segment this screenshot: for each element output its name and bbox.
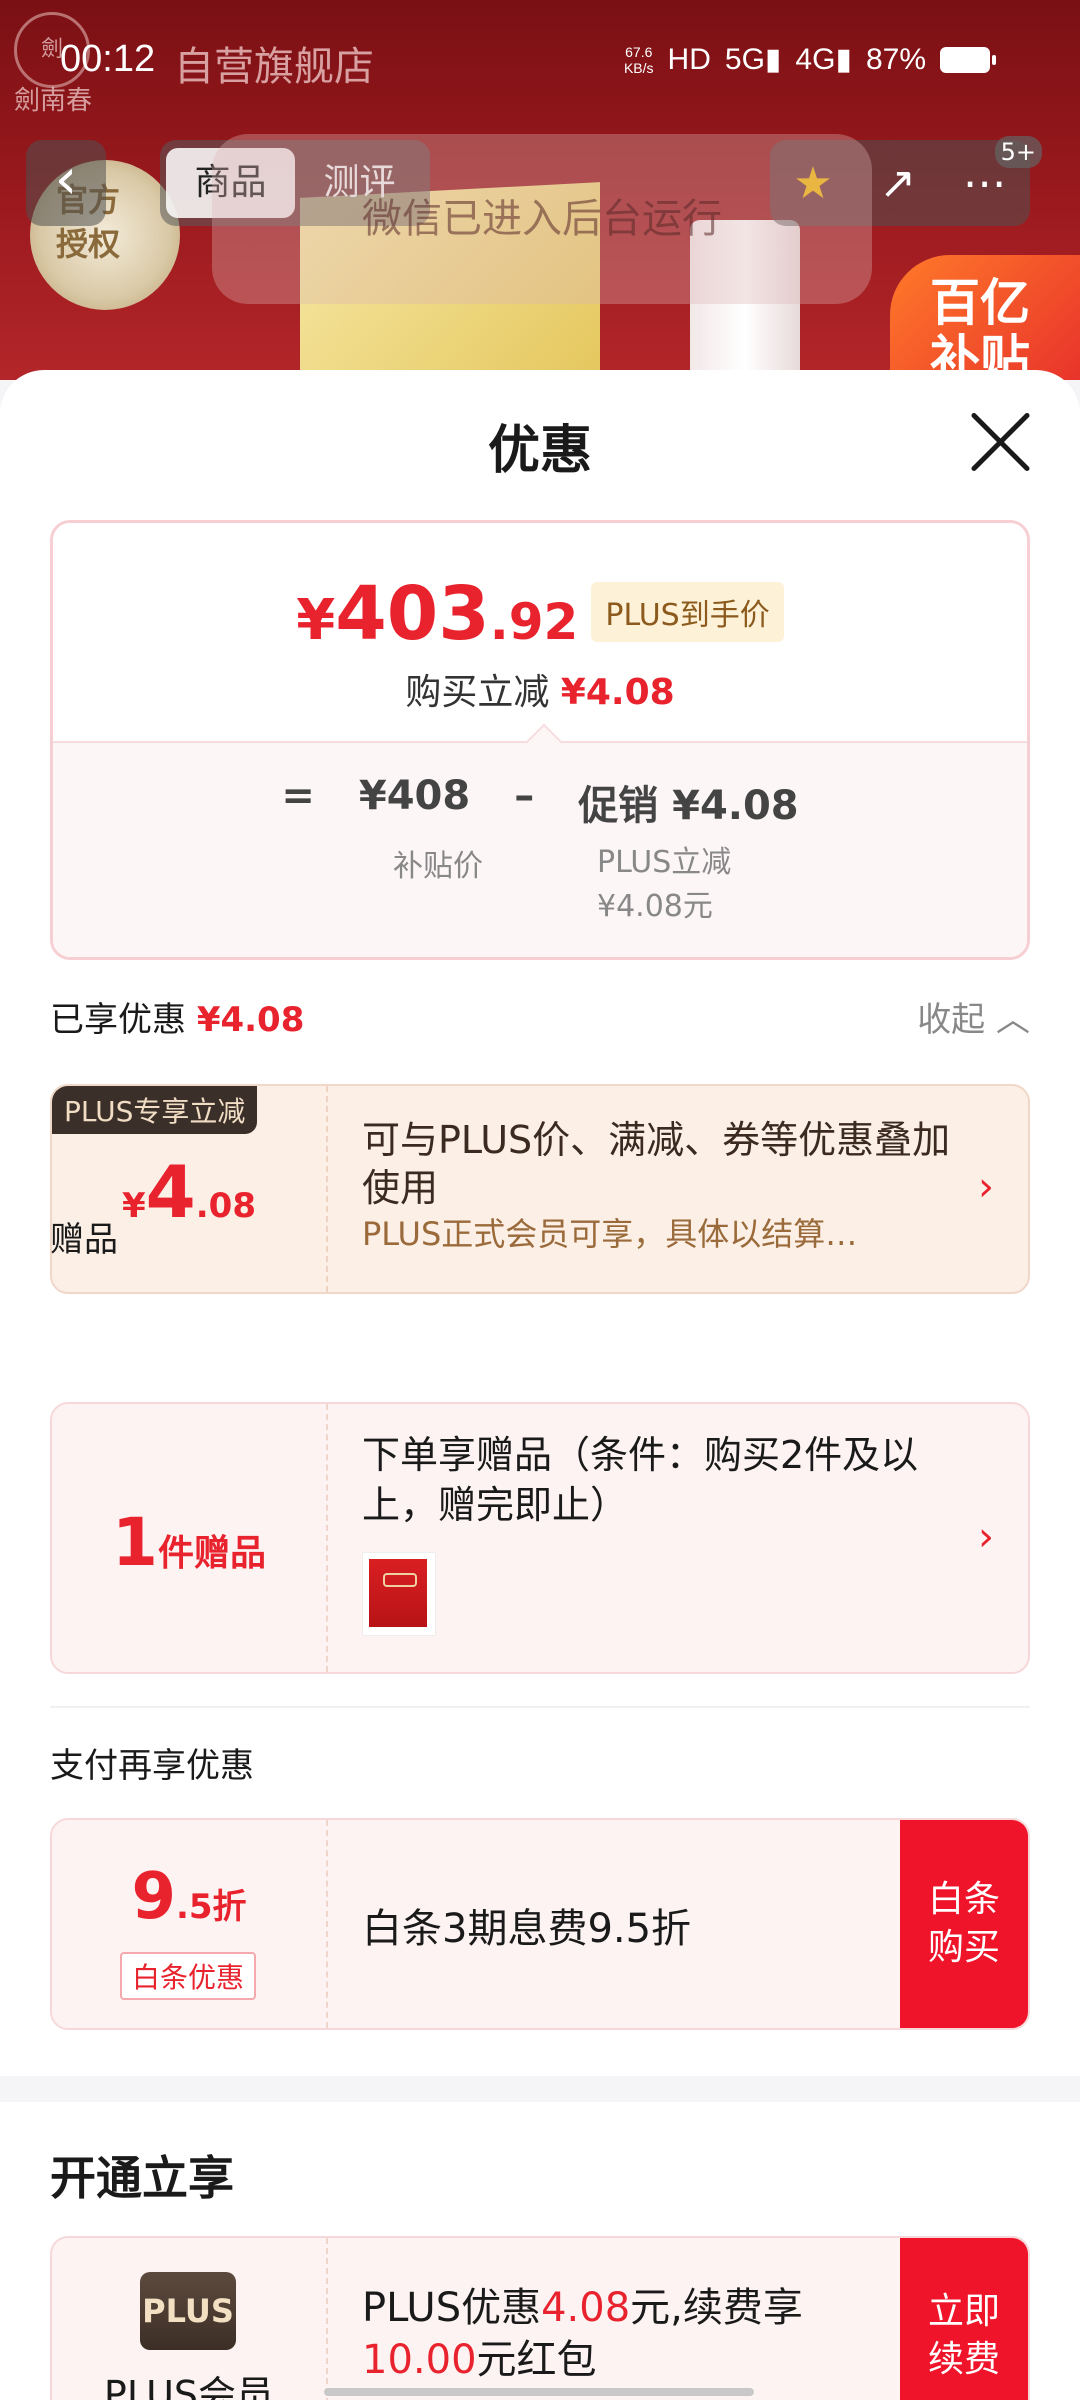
- chevron-right-icon: ›: [978, 1164, 994, 1210]
- price-currency: ¥: [296, 588, 336, 653]
- status-icons: 67.6 KB/s HD 5G▮ 4G▮ 87%: [623, 42, 996, 77]
- instant-discount: 购买立减 ¥4.08: [53, 663, 1027, 715]
- baitiao-buy-line1: 白条: [927, 1879, 1000, 1920]
- price-summary-card: ¥403.92 PLUS到手价 购买立减 ¥4.08 = ¥408 – 促销 ¥…: [50, 520, 1030, 960]
- back-button[interactable]: ‹: [26, 140, 106, 226]
- battery-percent: 87%: [865, 42, 926, 76]
- plus-member-name: PLUS会员: [103, 2373, 275, 2400]
- plus-offer-yen: ¥: [121, 1186, 146, 1226]
- formula-equals: =: [281, 773, 315, 819]
- chevron-right-icon: ›: [978, 1514, 994, 1560]
- gift-thumbnail[interactable]: [362, 1552, 436, 1636]
- chevron-left-icon: ‹: [54, 147, 78, 212]
- base-price-label: 补贴价: [393, 849, 483, 884]
- section-divider: [50, 1706, 1030, 1708]
- gift-offer-title: 下单享赠品（条件：购买2件及以上，赠完即止）: [362, 1433, 919, 1527]
- notification-badge: 5+: [994, 136, 1042, 168]
- baitiao-buy-button[interactable]: 白条 购买: [900, 1820, 1028, 2028]
- instant-discount-label: 购买立减: [405, 672, 550, 713]
- formula-base-price: ¥408: [358, 773, 471, 819]
- price-decimal: .92: [489, 593, 579, 651]
- plus-membership-panel: PLUS PLUS会员: [52, 2238, 328, 2400]
- gift-offer-body: 下单享赠品（条件：购买2件及以上，赠完即止）: [362, 1430, 958, 1530]
- baitiao-offer: 9.5折 白条优惠 白条3期息费9.5折 白条购买: [50, 1818, 1030, 2030]
- plus-membership-text: PLUS优惠4.08元,续费享 10.00元红包: [362, 2282, 888, 2386]
- baitiao-int: 9: [131, 1860, 176, 1934]
- baitiao-amount-panel: 9.5折 白条优惠: [52, 1820, 328, 2028]
- 5g-signal-icon: 5G▮: [724, 43, 782, 76]
- collapse-button[interactable]: 收起 ︿: [917, 992, 1030, 1041]
- plus-text-c: 元红包: [476, 2337, 597, 2383]
- enjoyed-amount: ¥4.08: [196, 1000, 305, 1040]
- renew-now-button[interactable]: 立即 续费: [900, 2238, 1028, 2400]
- formula-promo: 促销 ¥4.08: [578, 783, 799, 829]
- share-icon[interactable]: ↗: [879, 158, 916, 209]
- promo-label-line1: PLUS立减: [597, 845, 732, 880]
- baitiao-badge: 白条优惠: [120, 1952, 257, 2000]
- gift-count-unit: 件赠品: [157, 1533, 266, 1574]
- gift-count: 1件赠品: [52, 1504, 326, 1581]
- status-time: 00:12: [60, 38, 156, 80]
- plus-offer-title: 可与PLUS价、满减、券等优惠叠加使用: [362, 1118, 951, 1210]
- discount-sheet: 优惠 ¥403.92 PLUS到手价 购买立减 ¥4.08 = ¥408 – 促…: [0, 370, 1080, 2400]
- plus-amount-a: 4.08: [541, 2285, 631, 2331]
- home-indicator[interactable]: [324, 2388, 754, 2396]
- plus-offer-int: 4: [145, 1150, 196, 1234]
- plus-exclusive-badge: PLUS专享立减: [52, 1086, 258, 1134]
- chevron-up-icon: ︿: [996, 1000, 1030, 1040]
- collapse-label: 收起: [917, 1000, 986, 1040]
- plus-amount-b: 10.00: [362, 2337, 477, 2383]
- close-button[interactable]: [968, 410, 1032, 474]
- enjoyed-label: 已享优惠: [50, 1000, 186, 1040]
- enjoyed-discount-heading: 已享优惠 ¥4.08: [50, 992, 304, 1041]
- price-integer: 403: [335, 571, 490, 657]
- gift-offer[interactable]: 1件赠品 下单享赠品（条件：购买2件及以上，赠完即止） ›: [50, 1402, 1030, 1674]
- system-toast: 微信已进入后台运行: [212, 134, 872, 304]
- final-price: ¥403.92 PLUS到手价: [53, 571, 1027, 657]
- pay-discount-heading: 支付再享优惠: [50, 1746, 254, 1786]
- status-bar: 00:12 67.6 KB/s HD 5G▮ 4G▮ 87%: [0, 0, 1080, 120]
- plus-text-a: PLUS优惠: [362, 2285, 542, 2331]
- hd-icon: HD: [667, 42, 711, 76]
- promo-label: PLUS立减 ¥4.08元: [597, 841, 731, 929]
- price-breakdown: = ¥408 – 促销 ¥4.08 补贴价 PLUS立减 ¥4.08元: [53, 723, 1027, 957]
- renew-line1: 立即: [927, 2291, 1000, 2332]
- section-separator: [0, 2076, 1080, 2102]
- price-top: ¥403.92 PLUS到手价 购买立减 ¥4.08: [53, 523, 1027, 741]
- plus-price-tag: PLUS到手价: [591, 582, 784, 642]
- baitiao-buy-line2: 购买: [927, 1927, 1000, 1968]
- instant-discount-amount: ¥4.08: [560, 672, 675, 713]
- plus-offer-body: 可与PLUS价、满减、券等优惠叠加使用 PLUS正式会员可享，具体以结算…: [362, 1116, 958, 1256]
- plus-offer-subtitle: PLUS正式会员可享，具体以结算…: [362, 1215, 858, 1253]
- plus-logo: PLUS: [140, 2272, 236, 2350]
- baitiao-dec: .5折: [175, 1887, 247, 1927]
- plus-text-b: 元,续费享: [630, 2285, 803, 2331]
- open-enjoy-heading: 开通立享: [50, 2151, 234, 2205]
- net-speed: 67.6 KB/s: [623, 43, 654, 76]
- baitiao-offer-title: 白条3期息费9.5折: [362, 1906, 692, 1952]
- price-formula: = ¥408 – 促销 ¥4.08: [53, 773, 1027, 831]
- baitiao-discount: 9.5折: [52, 1860, 326, 1934]
- subsidy-badge: 百亿 补贴: [890, 255, 1080, 380]
- battery-icon: [940, 46, 996, 73]
- 4g-signal-icon: 4G▮: [795, 43, 852, 76]
- formula-minus: –: [514, 773, 535, 819]
- gift-amount-panel: 1件赠品: [52, 1404, 328, 1672]
- gift-heading: 赠品: [50, 1220, 118, 1260]
- promo-label-line2: ¥4.08元: [597, 889, 713, 924]
- plus-discount-offer[interactable]: PLUS专享立减 ¥4.08 可与PLUS价、满减、券等优惠叠加使用 PLUS正…: [50, 1084, 1030, 1294]
- plus-offer-dec: .08: [195, 1186, 256, 1226]
- sheet-title: 优惠: [487, 421, 592, 481]
- plus-membership-offer: PLUS PLUS会员 PLUS优惠4.08元,续费享 10.00元红包 立即续费: [50, 2236, 1030, 2400]
- renew-line2: 续费: [927, 2339, 1000, 2380]
- plus-offer-amount-panel: PLUS专享立减 ¥4.08: [52, 1086, 328, 1292]
- gift-count-number: 1: [112, 1504, 158, 1581]
